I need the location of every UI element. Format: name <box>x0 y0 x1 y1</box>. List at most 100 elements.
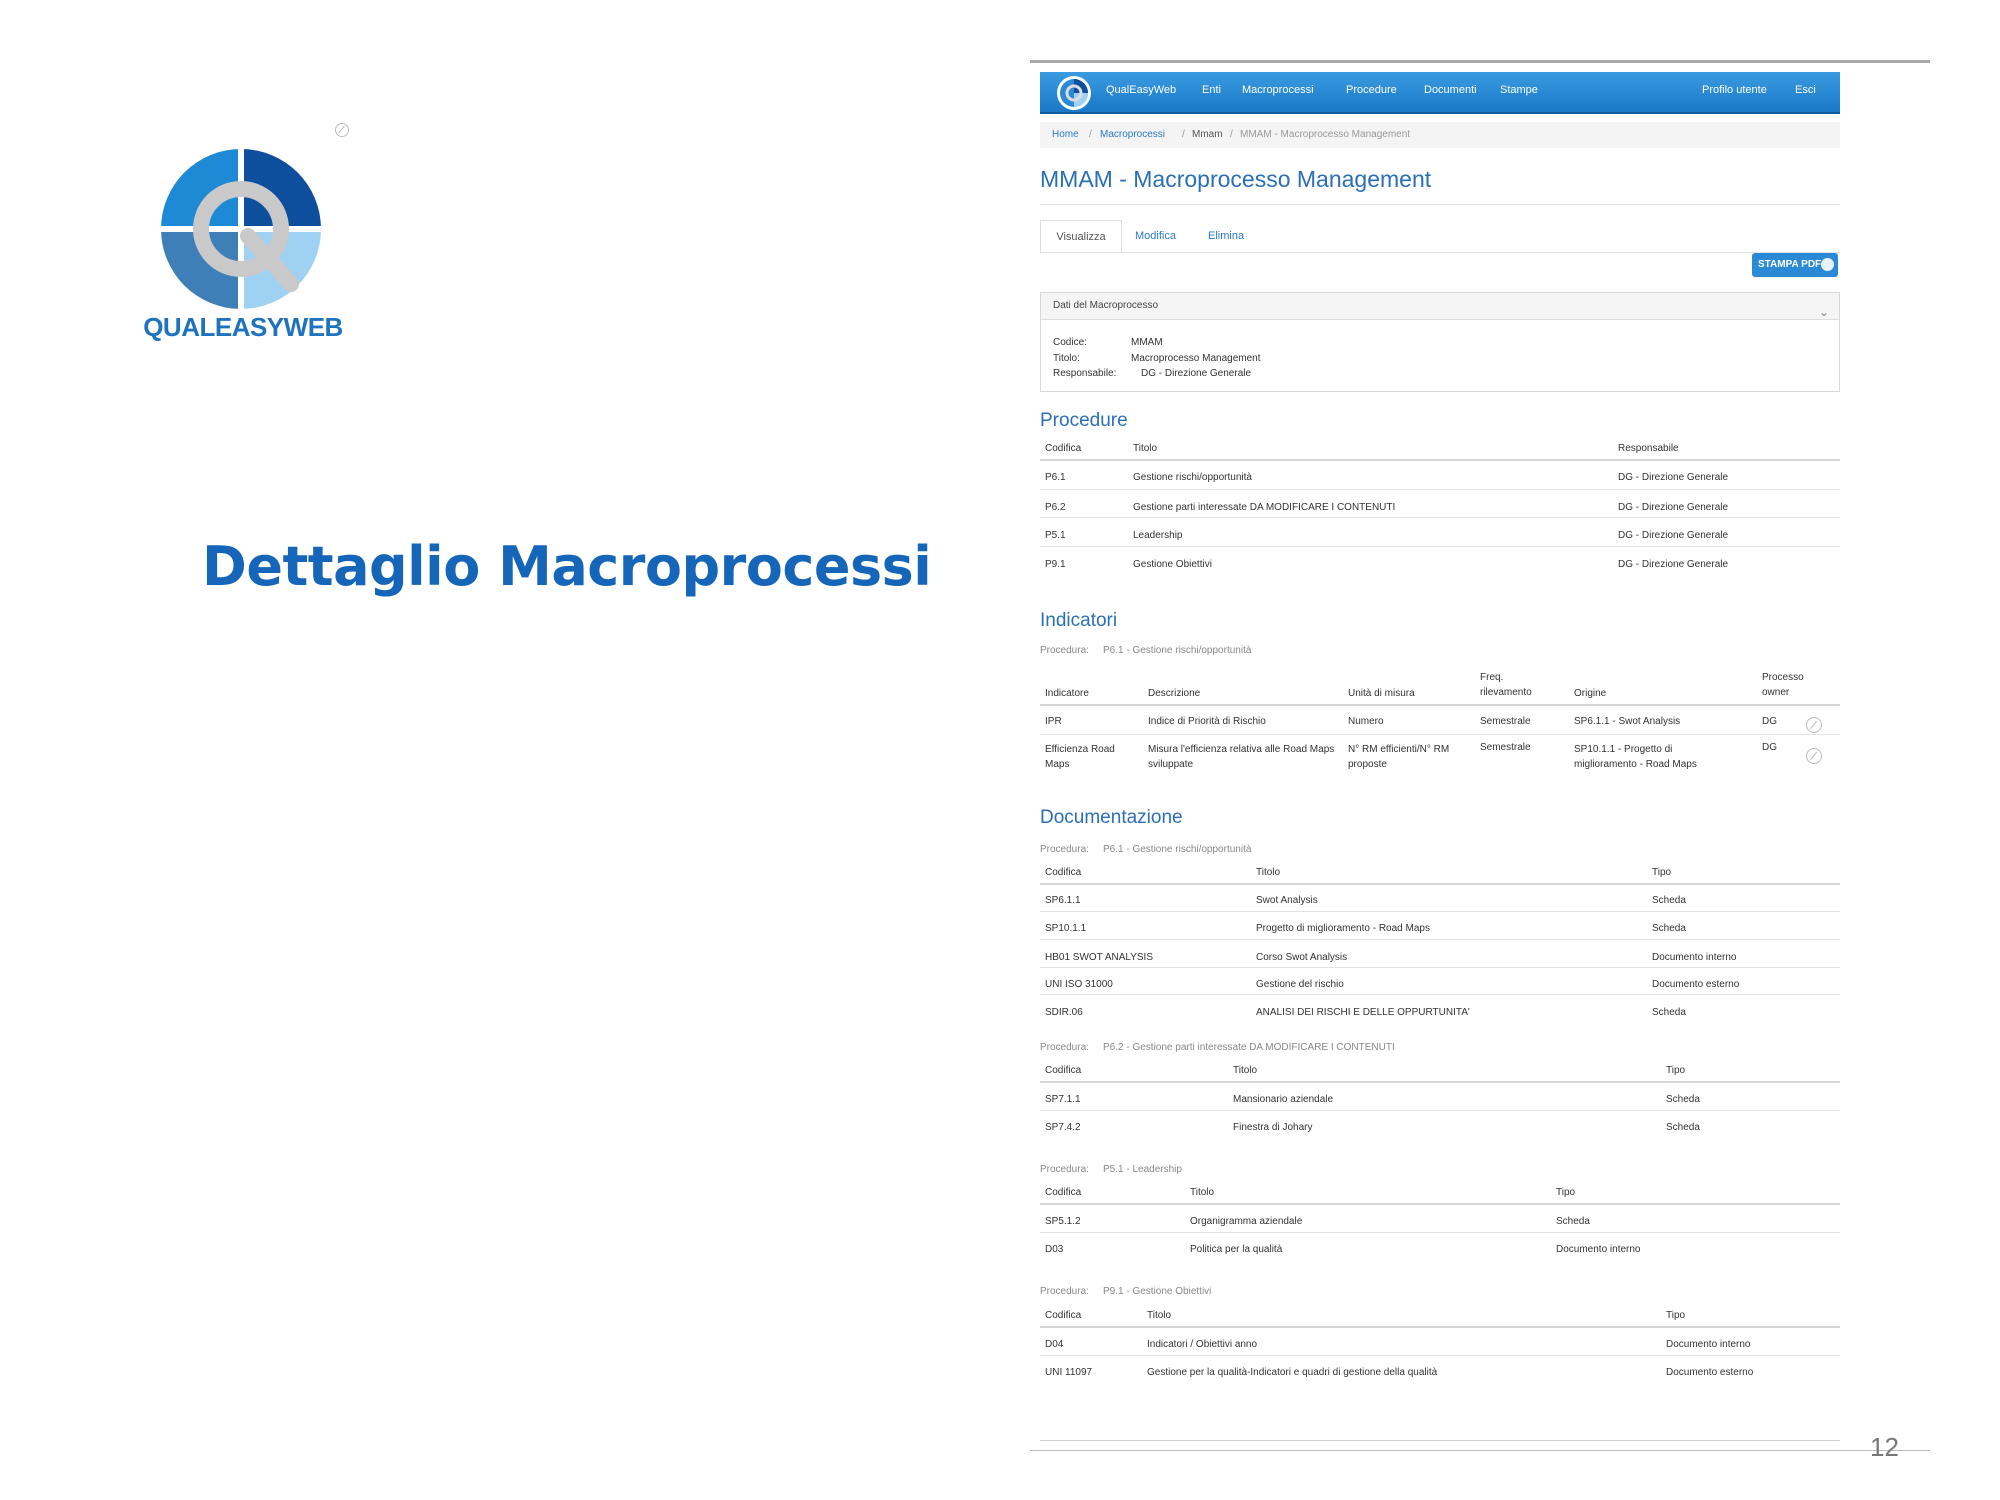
doc-title[interactable]: Gestione del rischio <box>1256 979 1344 990</box>
doc-title[interactable]: Politica per la qualità <box>1190 1244 1282 1255</box>
col-header-origine: Origine <box>1574 688 1607 699</box>
edit-icon[interactable] <box>1806 748 1822 764</box>
procedure-title[interactable]: Leadership <box>1133 530 1182 541</box>
page-title: MMAM - Macroprocesso Management <box>1040 166 1432 192</box>
frame-top-divider <box>1030 60 1930 63</box>
indicator-frequency: Semestrale <box>1480 742 1531 753</box>
chevron-down-icon[interactable]: ⌄ <box>1819 299 1829 325</box>
nav-item-profilo[interactable]: Profilo utente <box>1702 84 1767 96</box>
breadcrumb-current: MMAM - Macroprocesso Management <box>1240 129 1411 140</box>
doc-type: Scheda <box>1652 1007 1686 1018</box>
tab-visualizza[interactable]: Visualizza <box>1040 220 1122 254</box>
procedure-owner[interactable]: DG - Direzione Generale <box>1618 472 1728 483</box>
breadcrumb-macroprocessi[interactable]: Macroprocessi <box>1100 122 1165 148</box>
doc-title[interactable]: Mansionario aziendale <box>1233 1094 1333 1105</box>
col-header-titolo: Titolo <box>1233 1065 1258 1076</box>
panel-header[interactable]: Dati del Macroprocesso ⌄ <box>1041 293 1839 320</box>
doc-title[interactable]: ANALISI DEI RISCHI E DELLE OPPURTUNITA' <box>1256 1007 1470 1018</box>
procedure-owner[interactable]: DG - Direzione Generale <box>1618 502 1728 513</box>
doc-title[interactable]: Progetto di miglioramento - Road Maps <box>1256 923 1430 934</box>
col-header-codifica: Codifica <box>1045 867 1082 878</box>
doc-code[interactable]: UNI 11097 <box>1045 1367 1092 1378</box>
print-pdf-button[interactable]: STAMPA PDF <box>1752 253 1838 277</box>
indicator-frequency: Semestrale <box>1480 716 1531 727</box>
doc-procedura-link[interactable]: P6.2 - Gestione parti interessate DA MOD… <box>1103 1042 1395 1053</box>
procedure-code[interactable]: P6.2 <box>1045 502 1066 513</box>
doc-code[interactable]: SP7.4.2 <box>1045 1122 1081 1133</box>
procedure-code[interactable]: P5.1 <box>1045 530 1066 541</box>
breadcrumb-mmam[interactable]: Mmam <box>1192 122 1223 148</box>
doc-title[interactable]: Gestione per la qualità-Indicatori e qua… <box>1147 1367 1437 1378</box>
documentazione-section-title: Documentazione <box>1040 807 1183 828</box>
frame-bottom-divider <box>1030 1450 1930 1451</box>
doc-title[interactable]: Finestra di Johary <box>1233 1122 1312 1133</box>
app-screenshot: QualEasyWeb Enti Macroprocessi Procedure… <box>1040 70 1840 1441</box>
procedure-owner[interactable]: DG - Direzione Generale <box>1618 559 1728 570</box>
breadcrumb: Home / Macroprocessi / Mmam / MMAM - Mac… <box>1040 122 1840 148</box>
tab-elimina[interactable]: Elimina <box>1208 220 1244 252</box>
nav-logo-icon[interactable] <box>1056 75 1092 111</box>
doc-type: Documento interno <box>1652 952 1737 963</box>
doc-title[interactable]: Corso Swot Analysis <box>1256 952 1347 963</box>
doc-code[interactable]: UNI ISO 31000 <box>1045 979 1113 990</box>
nav-item-stampe[interactable]: Stampe <box>1500 84 1538 96</box>
doc-code[interactable]: SP5.1.2 <box>1045 1216 1081 1227</box>
col-header-codifica: Codifica <box>1045 443 1082 454</box>
indicator-unit: Numero <box>1348 716 1384 727</box>
col-header-tipo: Tipo <box>1666 1065 1686 1076</box>
indicator-origin[interactable]: SP10.1.1 - Progetto di miglioramento - R… <box>1574 742 1734 772</box>
nav-item-documenti[interactable]: Documenti <box>1424 84 1477 96</box>
col-header-processo-owner: Processo owner <box>1762 672 1804 698</box>
col-header-tipo: Tipo <box>1652 867 1672 878</box>
nav-brand[interactable]: QualEasyWeb <box>1106 84 1176 96</box>
procedure-owner[interactable]: DG - Direzione Generale <box>1618 530 1728 541</box>
doc-code[interactable]: D03 <box>1045 1244 1063 1255</box>
nav-item-esci[interactable]: Esci <box>1795 84 1816 96</box>
procedure-section-title: Procedure <box>1040 410 1128 431</box>
doc-procedura-link[interactable]: P9.1 - Gestione Obiettivi <box>1103 1286 1211 1297</box>
nav-item-procedure[interactable]: Procedure <box>1346 84 1397 96</box>
procedure-title[interactable]: Gestione rischi/opportunità <box>1133 472 1252 483</box>
col-header-titolo: Titolo <box>1147 1310 1172 1321</box>
doc-code[interactable]: HB01 SWOT ANALYSIS <box>1045 952 1153 963</box>
col-header-tipo: Tipo <box>1666 1310 1686 1321</box>
tabs-divider <box>1040 252 1840 253</box>
indicator-origin[interactable]: SP6.1.1 - Swot Analysis <box>1574 716 1680 727</box>
procedure-title[interactable]: Gestione parti interessate DA MODIFICARE… <box>1133 502 1395 513</box>
doc-title[interactable]: Indicatori / Obiettivi anno <box>1147 1339 1257 1350</box>
doc-procedura-link[interactable]: P6.1 - Gestione rischi/opportunità <box>1103 844 1251 855</box>
indicator-unit: N° RM efficienti/N° RM proposte <box>1348 744 1450 770</box>
procedure-code[interactable]: P6.1 <box>1045 472 1066 483</box>
col-header-titolo: Titolo <box>1133 443 1158 454</box>
panel-title: Dati del Macroprocesso <box>1053 300 1159 311</box>
indicator-owner[interactable]: DG <box>1762 716 1777 727</box>
doc-type: Scheda <box>1666 1122 1700 1133</box>
doc-code[interactable]: D04 <box>1045 1339 1063 1350</box>
doc-procedura-link[interactable]: P5.1 - Leadership <box>1103 1164 1182 1175</box>
nav-item-enti[interactable]: Enti <box>1202 84 1221 96</box>
col-header-codifica: Codifica <box>1045 1187 1082 1198</box>
doc-code[interactable]: SDIR.06 <box>1045 1007 1083 1018</box>
tab-modifica[interactable]: Modifica <box>1135 220 1176 252</box>
col-header-unita: Unità di misura <box>1348 688 1415 699</box>
doc-title[interactable]: Organigramma aziendale <box>1190 1216 1302 1227</box>
doc-code[interactable]: SP7.1.1 <box>1045 1094 1081 1105</box>
print-icon <box>1821 258 1834 271</box>
col-header-indicatore: Indicatore <box>1045 688 1089 699</box>
indicator-owner[interactable]: DG <box>1762 742 1777 753</box>
slide-title: Dettaglio Macroprocessi <box>202 535 932 598</box>
doc-procedura-label: Procedura: <box>1040 1042 1089 1053</box>
breadcrumb-home[interactable]: Home <box>1052 122 1079 148</box>
macroprocess-data-panel: Dati del Macroprocesso ⌄ Codice: MMAM Ti… <box>1040 292 1840 392</box>
field-label-codice: Codice: <box>1053 337 1087 348</box>
indicatori-procedura-link[interactable]: P6.1 - Gestione rischi/opportunità <box>1103 645 1251 656</box>
field-value-responsabile[interactable]: DG - Direzione Generale <box>1141 368 1251 379</box>
doc-code[interactable]: SP10.1.1 <box>1045 923 1086 934</box>
doc-type: Documento esterno <box>1666 1367 1754 1378</box>
procedure-title[interactable]: Gestione Obiettivi <box>1133 559 1212 570</box>
nav-item-macroprocessi[interactable]: Macroprocessi <box>1242 84 1314 96</box>
doc-title[interactable]: Swot Analysis <box>1256 895 1318 906</box>
procedure-code[interactable]: P9.1 <box>1045 559 1066 570</box>
doc-code[interactable]: SP6.1.1 <box>1045 895 1081 906</box>
edit-icon[interactable] <box>1806 717 1822 733</box>
